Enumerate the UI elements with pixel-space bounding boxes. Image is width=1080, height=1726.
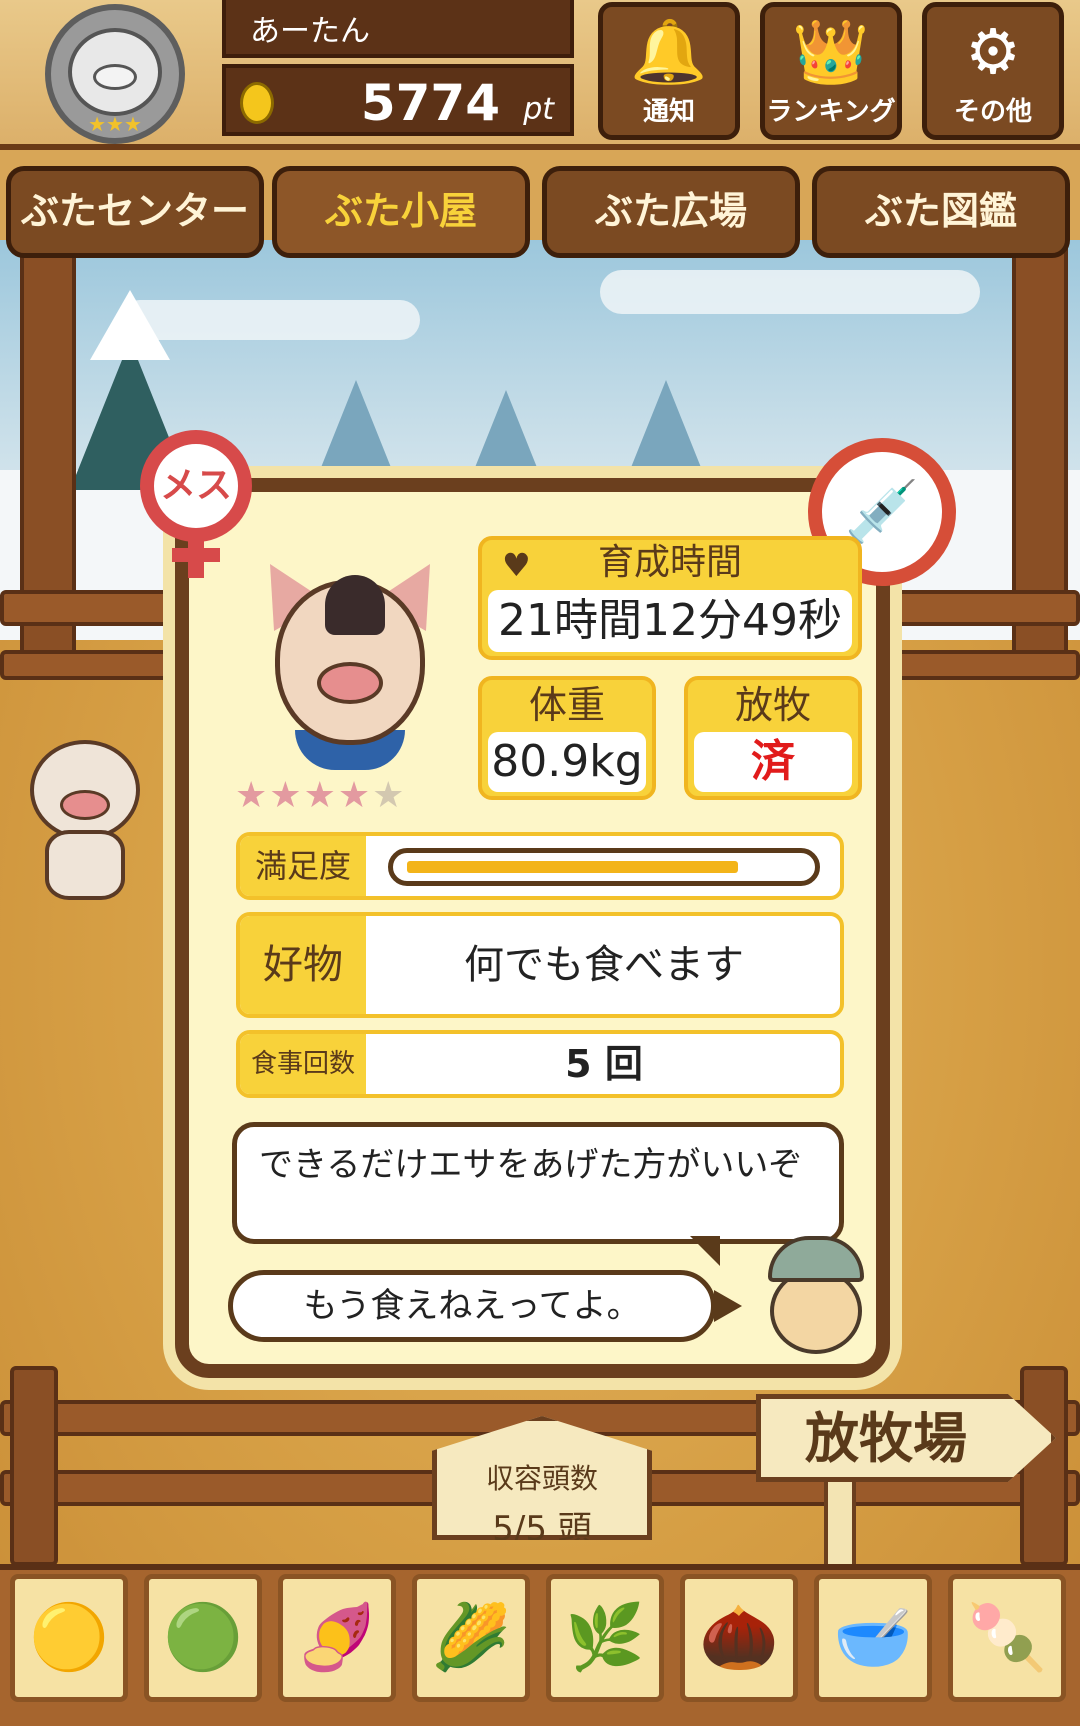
weight-value: 80.9kg bbox=[488, 732, 646, 792]
tab-buta-plaza[interactable]: ぶた広場 bbox=[542, 166, 800, 258]
favorite-label: 好物 bbox=[240, 916, 366, 1014]
star-filled-icon: ★ bbox=[337, 775, 373, 816]
fence-post bbox=[1020, 1366, 1068, 1566]
feed-corn-icon[interactable]: 🌽 bbox=[412, 1574, 530, 1702]
crown-icon: 👑 bbox=[792, 15, 870, 88]
satisfaction-bar bbox=[388, 848, 820, 886]
star-filled-icon: ★ bbox=[235, 775, 270, 816]
advice-bubble: できるだけエサをあげた方がいいぞ bbox=[232, 1122, 844, 1244]
fence-post bbox=[10, 1366, 58, 1566]
farmer-cap bbox=[768, 1236, 864, 1282]
favorite-food-row: 好物 何でも食べます bbox=[236, 912, 844, 1018]
gear-icon: ⚙ bbox=[965, 15, 1021, 88]
feed-bowl-icon[interactable]: 🥣 bbox=[814, 1574, 932, 1702]
meals-value: 5 回 bbox=[565, 1042, 643, 1086]
farmer-icon bbox=[760, 1236, 872, 1356]
notify-button[interactable]: 🔔 通知 bbox=[598, 2, 740, 140]
background-pig[interactable] bbox=[20, 720, 150, 900]
meals-label: 食事回数 bbox=[240, 1034, 366, 1094]
pasture-box: 放牧 済 bbox=[684, 676, 862, 800]
avatar[interactable]: ★★★ bbox=[30, 4, 200, 144]
satisfaction-row: 満足度 bbox=[236, 832, 844, 900]
ranking-label: ランキング bbox=[766, 97, 896, 127]
growth-time-box: ♥ 育成時間 21時間12分49秒 bbox=[478, 536, 862, 660]
pine-tree bbox=[320, 380, 392, 470]
satisfaction-bar-fill bbox=[407, 861, 738, 873]
satisfaction-label: 満足度 bbox=[240, 836, 366, 896]
pig-snout bbox=[317, 662, 383, 704]
meal-count-row: 食事回数 5 回 bbox=[236, 1030, 844, 1098]
pasture-status: 済 bbox=[694, 732, 852, 792]
pine-tree bbox=[630, 380, 702, 470]
tab-bar: ぶたセンター ぶた小屋 ぶた広場 ぶた図鑑 bbox=[0, 160, 1080, 270]
other-button[interactable]: ⚙ その他 bbox=[922, 2, 1064, 140]
tab-buta-center[interactable]: ぶたセンター bbox=[6, 166, 264, 258]
pig-portrait bbox=[244, 549, 456, 775]
points-plate: 5774 pt bbox=[222, 64, 574, 136]
female-symbol-bar bbox=[172, 548, 220, 562]
feed-mixed-beans-icon[interactable]: 🟢 bbox=[144, 1574, 262, 1702]
points-value: 5774 bbox=[360, 74, 500, 132]
weight-label: 体重 bbox=[528, 683, 605, 727]
pig-snout-icon bbox=[93, 64, 137, 90]
weight-box: 体重 80.9kg bbox=[478, 676, 656, 800]
pasture-label: 放牧 bbox=[734, 683, 811, 727]
capacity-label: 収容頭数 bbox=[485, 1462, 598, 1495]
feed-sweet-potato-icon[interactable]: 🍠 bbox=[278, 1574, 396, 1702]
star-filled-icon: ★ bbox=[303, 775, 338, 816]
pig-hair bbox=[325, 575, 385, 635]
points-unit: pt bbox=[523, 92, 554, 127]
reply-bubble: もう食えねえってよ。 bbox=[228, 1270, 716, 1342]
rank-stars: ★★★ bbox=[88, 112, 142, 136]
female-icon: メス bbox=[140, 430, 252, 542]
star-empty-icon: ★ bbox=[372, 775, 407, 816]
favorite-value: 何でも食べます bbox=[464, 942, 744, 988]
feed-greens-icon[interactable]: 🌿 bbox=[546, 1574, 664, 1702]
tab-buta-hut[interactable]: ぶた小屋 bbox=[272, 166, 530, 258]
reply-bubble-tail bbox=[714, 1290, 742, 1322]
growth-time-label: 育成時間 bbox=[597, 542, 742, 583]
pig-rating: ★★★★★ bbox=[235, 775, 406, 816]
coin-icon bbox=[240, 82, 274, 124]
sign-post bbox=[824, 1470, 856, 1570]
female-badge: メス bbox=[140, 430, 260, 580]
ranking-button[interactable]: 👑 ランキング bbox=[760, 2, 902, 140]
user-name: あーたん bbox=[222, 0, 574, 58]
advice-bubble-tail bbox=[690, 1236, 720, 1266]
star-filled-icon: ★ bbox=[269, 775, 304, 816]
feed-grain-icon[interactable]: 🟡 bbox=[10, 1574, 128, 1702]
pine-tree bbox=[470, 390, 542, 480]
snow-cap bbox=[90, 290, 170, 360]
tab-buta-encyclopedia[interactable]: ぶた図鑑 bbox=[812, 166, 1070, 258]
feed-bar: 🟡 🟢 🍠 🌽 🌿 🌰 🥣 🍡 bbox=[0, 1564, 1080, 1726]
bell-icon: 🔔 bbox=[630, 15, 708, 88]
feed-dumpling-icon[interactable]: 🍡 bbox=[948, 1574, 1066, 1702]
feed-acorn-icon[interactable]: 🌰 bbox=[680, 1574, 798, 1702]
cloud bbox=[600, 270, 980, 314]
growth-time-value: 21時間12分49秒 bbox=[488, 590, 852, 652]
top-bar: ★★★ あーたん 5774 pt 🔔 通知 👑 ランキング ⚙ その他 bbox=[0, 0, 1080, 150]
pasture-sign-button[interactable]: 放牧場 bbox=[756, 1394, 1056, 1482]
notify-label: 通知 bbox=[642, 97, 695, 127]
other-label: その他 bbox=[953, 97, 1032, 127]
